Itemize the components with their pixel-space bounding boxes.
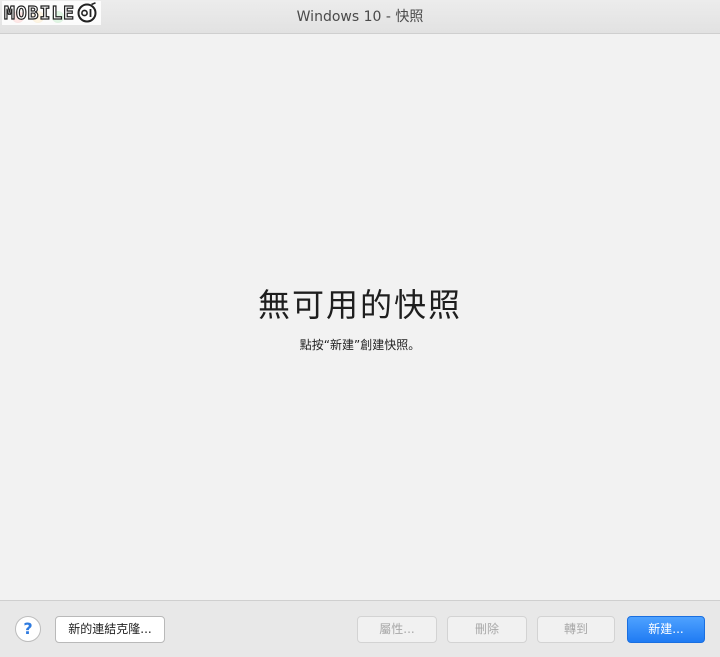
new-linked-clone-button[interactable]: 新的連結克隆... — [55, 616, 165, 643]
snapshot-window: MOBILE Windows 10 - 快照 無可用的快照 點按“新建”創建快照… — [0, 0, 720, 657]
bottom-toolbar: ? 新的連結克隆... 屬性... 刪除 轉到 新建... — [0, 600, 720, 657]
empty-state-title: 無可用的快照 — [257, 286, 462, 324]
window-title: Windows 10 - 快照 — [296, 9, 424, 25]
delete-button[interactable]: 刪除 — [447, 616, 527, 643]
empty-state-subtitle: 點按“新建”創建快照。 — [299, 338, 421, 352]
help-button[interactable]: ? — [15, 616, 41, 642]
properties-button[interactable]: 屬性... — [357, 616, 437, 643]
snapshot-list-area: 無可用的快照 點按“新建”創建快照。 — [0, 34, 720, 600]
title-bar: MOBILE Windows 10 - 快照 — [0, 0, 720, 34]
go-to-button[interactable]: 轉到 — [537, 616, 615, 643]
new-snapshot-button[interactable]: 新建... — [627, 616, 705, 643]
